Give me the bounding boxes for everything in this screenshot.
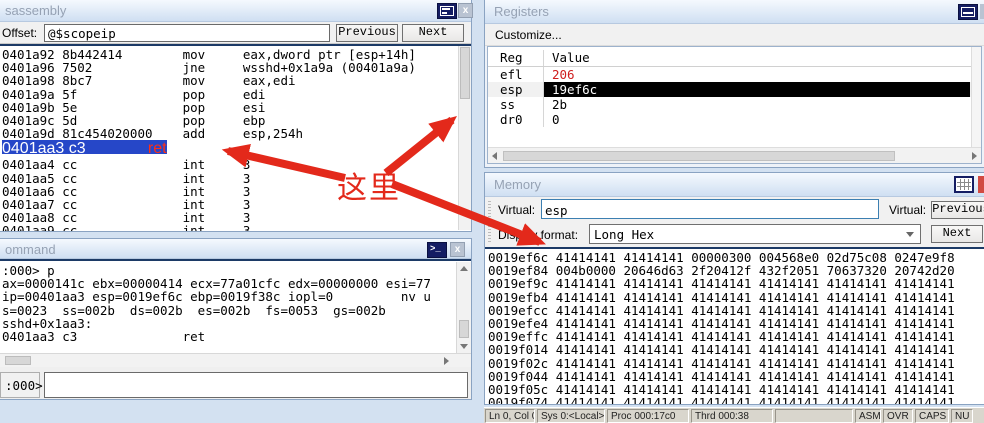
command-input-row: :000>: [0, 371, 471, 399]
status-cell: Ln 0, Col 0: [485, 409, 535, 423]
scrollbar-thumb[interactable]: [459, 320, 469, 338]
asm-selected-line[interactable]: 0401aa3 c3 ret: [2, 140, 167, 157]
register-name: dr0: [488, 112, 544, 127]
memory-dump-area[interactable]: 0019ef6c 41414141 41414141 00000300 0045…: [485, 247, 984, 404]
status-bar: Ln 0, Col 0 Sys 0:<Local> Proc 000:17c0 …: [484, 407, 984, 423]
register-value: 19ef6c: [544, 82, 970, 97]
virtual-label-right: Virtual:: [889, 203, 927, 217]
registers-window-icon: [958, 4, 978, 20]
command-prompt-icon: >_: [427, 242, 447, 258]
registers-rows: efl 206 esp 19ef6c ss 2b dr0 0: [488, 67, 981, 127]
registers-horizontal-scrollbar[interactable]: [488, 147, 981, 163]
command-horizontal-scrollbar[interactable]: [0, 353, 471, 367]
memory-next-button[interactable]: Next: [931, 225, 983, 243]
memory-panel: Memory Virtual: esp Virtual: Previous Di…: [484, 172, 984, 405]
status-cell: Thrd 000:38: [691, 409, 773, 423]
scroll-left-icon[interactable]: [492, 152, 497, 160]
disassembly-code-area[interactable]: 0401a92 8b442414 mov eax,dword ptr [esp+…: [0, 44, 471, 231]
toolbar-grip[interactable]: [488, 226, 491, 242]
next-button[interactable]: Next: [402, 24, 464, 42]
offset-label: Offset:: [2, 26, 38, 40]
disassembly-window-icon: [437, 3, 457, 19]
scroll-down-icon[interactable]: [460, 344, 468, 349]
close-icon[interactable]: [978, 176, 984, 193]
memory-grid-icon: [954, 176, 974, 193]
memory-titlebar[interactable]: Memory: [485, 173, 984, 197]
asm-lines-after[interactable]: 0401aa4 cc int 3 0401aa5 cc int 3 0401aa…: [2, 158, 471, 231]
display-format-dropdown[interactable]: Long Hex: [589, 224, 921, 244]
registers-titlebar[interactable]: Registers: [485, 0, 984, 24]
scrollbar-thumb[interactable]: [460, 47, 470, 99]
offset-input[interactable]: @$scopeip: [44, 24, 330, 42]
chevron-down-icon: [906, 232, 914, 237]
windbg-workspace: sassembly x Offset: @$scopeip Previous N…: [0, 0, 984, 423]
display-format-value: Long Hex: [594, 227, 655, 242]
command-panel: ommand >_ x :000> p ax=0000141c ebx=0000…: [0, 238, 472, 400]
register-row[interactable]: efl 206: [488, 67, 981, 82]
disassembly-title: sassembly: [5, 3, 67, 18]
memory-rows[interactable]: 0019ef6c 41414141 41414141 00000300 0045…: [488, 251, 984, 404]
status-cell: OVR: [883, 409, 913, 423]
command-vertical-scrollbar[interactable]: [456, 262, 471, 353]
scrollbar-thumb[interactable]: [503, 151, 895, 161]
close-icon[interactable]: x: [458, 3, 473, 18]
previous-button[interactable]: Previous: [336, 24, 398, 42]
memory-title: Memory: [494, 177, 541, 192]
status-cell: ASM: [855, 409, 881, 423]
memory-address-toolbar: Virtual: esp Virtual: Previous: [485, 197, 984, 222]
asm-selected-mnemonic: ret: [147, 140, 167, 158]
close-icon[interactable]: [980, 4, 984, 19]
value-column-header: Value: [552, 50, 590, 65]
virtual-address-input[interactable]: esp: [541, 199, 879, 219]
status-cell: [775, 409, 853, 423]
disassembly-toolbar: Offset: @$scopeip Previous Next: [0, 22, 471, 44]
register-value: 206: [552, 67, 575, 82]
register-value: 0: [552, 112, 560, 127]
command-output: :000> p ax=0000141c ebx=00000414 ecx=77a…: [0, 259, 471, 353]
register-row[interactable]: ss 2b: [488, 97, 981, 112]
command-title: ommand: [5, 242, 56, 257]
disassembly-panel: sassembly x Offset: @$scopeip Previous N…: [0, 0, 473, 232]
reg-column-header: Reg: [488, 50, 544, 66]
command-prompt-label: :000>: [0, 372, 43, 398]
close-icon[interactable]: x: [450, 242, 465, 257]
scroll-up-icon[interactable]: [460, 266, 468, 271]
virtual-label: Virtual:: [498, 203, 536, 217]
disassembly-titlebar[interactable]: sassembly x: [0, 0, 473, 22]
scroll-right-icon[interactable]: [444, 357, 449, 365]
asm-lines-before[interactable]: 0401a92 8b442414 mov eax,dword ptr [esp+…: [2, 48, 471, 140]
register-name: efl: [488, 67, 544, 82]
memory-format-toolbar: Display format: Long Hex Next: [485, 222, 984, 247]
command-output-text: :000> p ax=0000141c ebx=00000414 ecx=77a…: [2, 263, 431, 345]
status-cell: Proc 000:17c0: [607, 409, 689, 423]
status-cell: CAPS: [915, 409, 949, 423]
asm-selected-address: 0401aa3 c3: [2, 140, 148, 158]
registers-table: Reg Value efl 206 esp 19ef6c ss 2b dr0 0: [487, 46, 982, 164]
scroll-right-icon[interactable]: [972, 152, 977, 160]
status-cell: NU: [951, 409, 973, 423]
disassembly-vertical-scrollbar[interactable]: [458, 46, 471, 230]
register-name: ss: [488, 97, 544, 112]
scrollbar-thumb[interactable]: [5, 356, 31, 365]
registers-header: Reg Value: [488, 47, 981, 67]
registers-vertical-scrollbar[interactable]: [971, 47, 981, 147]
command-titlebar[interactable]: ommand >_ x: [0, 239, 471, 259]
register-row[interactable]: dr0 0: [488, 112, 981, 127]
command-input[interactable]: [44, 372, 468, 398]
status-cell: Sys 0:<Local>: [537, 409, 605, 423]
register-name: esp: [488, 82, 544, 97]
memory-previous-button[interactable]: Previous: [931, 201, 984, 219]
display-format-label: Display format:: [498, 228, 579, 242]
register-value: 2b: [552, 97, 568, 112]
toolbar-grip[interactable]: [488, 201, 491, 217]
register-row[interactable]: esp 19ef6c: [488, 82, 981, 97]
customize-link[interactable]: Customize...: [485, 24, 984, 46]
registers-title: Registers: [494, 4, 549, 19]
registers-panel: Registers Customize... Reg Value efl 206…: [484, 0, 984, 168]
